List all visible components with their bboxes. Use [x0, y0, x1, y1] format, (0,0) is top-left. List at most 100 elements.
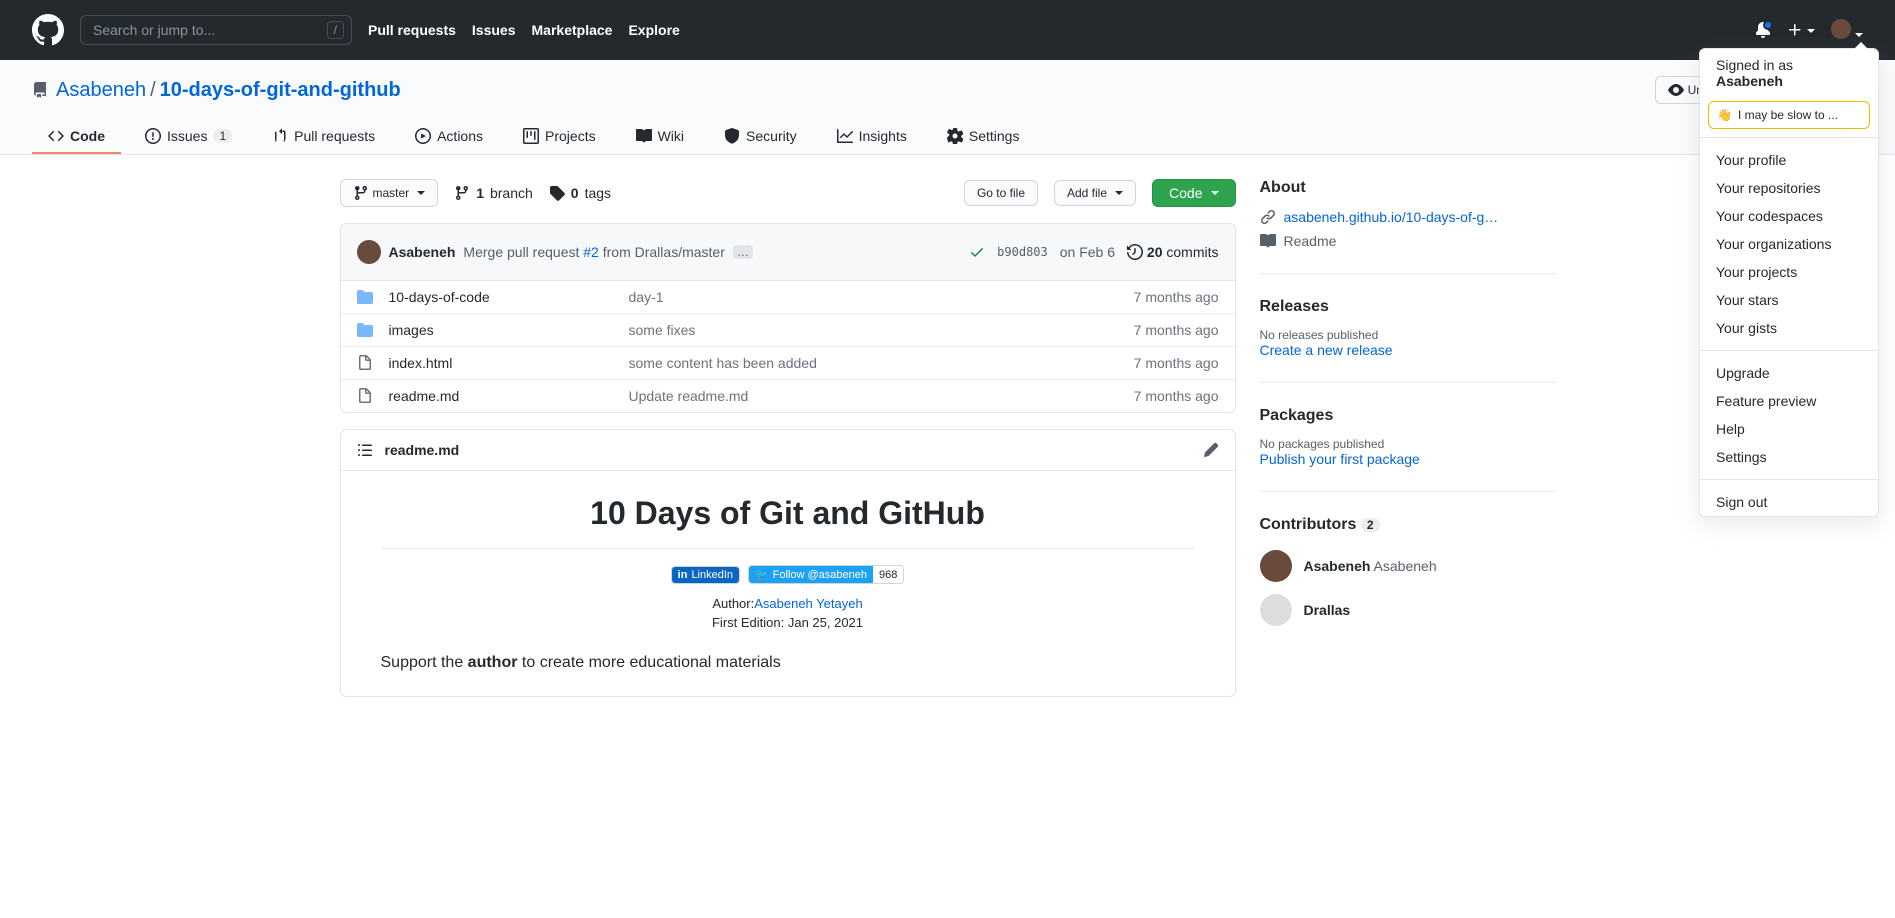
- menu-your-stars[interactable]: Your stars: [1700, 286, 1878, 314]
- file-commit-msg[interactable]: day-1: [629, 289, 1134, 305]
- commit-author[interactable]: Asabeneh: [389, 244, 456, 260]
- file-time: 7 months ago: [1134, 322, 1219, 338]
- packages-section: Packages No packages published Publish y…: [1260, 407, 1556, 492]
- code-icon: [48, 128, 64, 144]
- pull-request-icon: [272, 128, 288, 144]
- nav-explore[interactable]: Explore: [628, 22, 679, 38]
- file-name-link[interactable]: readme.md: [389, 388, 460, 404]
- repo-name-link[interactable]: 10-days-of-git-and-github: [160, 79, 401, 102]
- twitter-follow-badge[interactable]: 🐦 Follow @asabeneh968: [748, 565, 904, 584]
- gear-icon: [947, 128, 963, 144]
- menu-your-codespaces[interactable]: Your codespaces: [1700, 202, 1878, 230]
- github-mark-icon: [32, 14, 64, 46]
- check-icon[interactable]: [969, 244, 985, 260]
- create-new-dropdown[interactable]: [1787, 22, 1815, 38]
- contributor-handle: Drallas: [1304, 602, 1351, 618]
- shield-icon: [724, 128, 740, 144]
- commit-ellipsis[interactable]: …: [733, 245, 753, 259]
- file-name-link[interactable]: index.html: [389, 355, 453, 371]
- repo-icon: [32, 82, 48, 98]
- nav-pull-requests[interactable]: Pull requests: [368, 22, 456, 38]
- file-commit-msg[interactable]: Update readme.md: [629, 388, 1134, 404]
- file-name-link[interactable]: 10-days-of-code: [389, 289, 490, 305]
- tab-issues[interactable]: Issues 1: [129, 120, 248, 154]
- tab-wiki[interactable]: Wiki: [620, 120, 700, 154]
- commit-message[interactable]: Merge pull request #2 from Drallas/maste…: [463, 244, 724, 260]
- menu-your-profile[interactable]: Your profile: [1700, 146, 1878, 174]
- goto-file-button[interactable]: Go to file: [964, 180, 1038, 206]
- author-link[interactable]: Asabeneh Yetayeh: [754, 596, 862, 611]
- branch-selector[interactable]: master: [340, 179, 439, 207]
- notifications-button[interactable]: [1755, 22, 1771, 38]
- commits-link[interactable]: 20 commits: [1127, 244, 1218, 260]
- menu-upgrade[interactable]: Upgrade: [1700, 359, 1878, 387]
- plus-icon: [1787, 22, 1803, 38]
- menu-set-status[interactable]: 👋 I may be slow to ...: [1708, 101, 1870, 129]
- nav-marketplace[interactable]: Marketplace: [532, 22, 613, 38]
- branch-icon: [353, 185, 369, 201]
- graph-icon: [837, 128, 853, 144]
- menu-sign-out[interactable]: Sign out: [1700, 488, 1878, 516]
- user-menu-button[interactable]: [1831, 19, 1863, 42]
- tab-settings[interactable]: Settings: [931, 120, 1036, 154]
- folder-icon: [357, 289, 373, 305]
- releases-section: Releases No releases published Create a …: [1260, 298, 1556, 383]
- file-commit-msg[interactable]: some fixes: [629, 322, 1134, 338]
- tab-pull-requests[interactable]: Pull requests: [256, 120, 391, 154]
- menu-your-gists[interactable]: Your gists: [1700, 314, 1878, 342]
- homepage-link[interactable]: asabeneh.github.io/10-days-of-g…: [1284, 209, 1499, 225]
- menu-your-organizations[interactable]: Your organizations: [1700, 230, 1878, 258]
- branches-link[interactable]: 1branch: [454, 185, 533, 201]
- contributor-handle: Asabeneh: [1304, 558, 1371, 574]
- search-input[interactable]: [80, 15, 352, 45]
- commit-avatar[interactable]: [357, 240, 381, 264]
- repo-owner-link[interactable]: Asabeneh: [56, 79, 146, 102]
- tags-link[interactable]: 0tags: [549, 185, 611, 201]
- tag-icon: [549, 185, 565, 201]
- no-releases-text: No releases published: [1260, 328, 1556, 342]
- edit-readme-button[interactable]: [1203, 442, 1219, 458]
- readme-title: 10 Days of Git and GitHub: [381, 495, 1195, 532]
- project-icon: [523, 128, 539, 144]
- create-release-link[interactable]: Create a new release: [1260, 342, 1393, 358]
- tab-security[interactable]: Security: [708, 120, 813, 154]
- menu-your-projects[interactable]: Your projects: [1700, 258, 1878, 286]
- contributor-item[interactable]: Drallas: [1260, 594, 1556, 626]
- readme-link[interactable]: Readme: [1260, 233, 1556, 249]
- file-icon: [357, 388, 373, 404]
- add-file-button[interactable]: Add file: [1054, 180, 1136, 206]
- github-logo[interactable]: [32, 14, 64, 46]
- list-icon[interactable]: [357, 442, 373, 458]
- file-row: images some fixes7 months ago: [341, 314, 1235, 347]
- tab-projects[interactable]: Projects: [507, 120, 612, 154]
- search-slash-hint: /: [327, 21, 344, 39]
- tab-code[interactable]: Code: [32, 120, 121, 154]
- publish-package-link[interactable]: Publish your first package: [1260, 451, 1420, 467]
- commit-hash[interactable]: b90d803: [997, 245, 1048, 259]
- menu-settings[interactable]: Settings: [1700, 443, 1878, 471]
- branch-icon: [454, 185, 470, 201]
- menu-your-repositories[interactable]: Your repositories: [1700, 174, 1878, 202]
- menu-feature-preview[interactable]: Feature preview: [1700, 387, 1878, 415]
- primary-nav: Pull requests Issues Marketplace Explore: [368, 22, 680, 38]
- issues-count: 1: [213, 129, 232, 143]
- folder-icon: [357, 322, 373, 338]
- contributors-section: Contributors 2 Asabeneh Asabeneh Drallas: [1260, 516, 1556, 662]
- contributors-count: 2: [1361, 518, 1380, 532]
- eye-icon: [1668, 82, 1684, 98]
- repo-head: Asabeneh / 10-days-of-git-and-github Unw…: [0, 60, 1895, 155]
- contributor-avatar: [1260, 594, 1292, 626]
- tab-actions[interactable]: Actions: [399, 120, 499, 154]
- pencil-icon: [1203, 442, 1219, 458]
- file-time: 7 months ago: [1134, 388, 1219, 404]
- menu-help[interactable]: Help: [1700, 415, 1878, 443]
- contributors-heading: Contributors 2: [1260, 516, 1556, 534]
- book-icon: [1260, 233, 1276, 249]
- tab-insights[interactable]: Insights: [821, 120, 923, 154]
- contributor-item[interactable]: Asabeneh Asabeneh: [1260, 550, 1556, 582]
- file-commit-msg[interactable]: some content has been added: [629, 355, 1134, 371]
- file-name-link[interactable]: images: [389, 322, 434, 338]
- nav-issues[interactable]: Issues: [472, 22, 516, 38]
- linkedin-badge[interactable]: in LinkedIn: [671, 566, 740, 584]
- code-download-button[interactable]: Code: [1152, 179, 1235, 207]
